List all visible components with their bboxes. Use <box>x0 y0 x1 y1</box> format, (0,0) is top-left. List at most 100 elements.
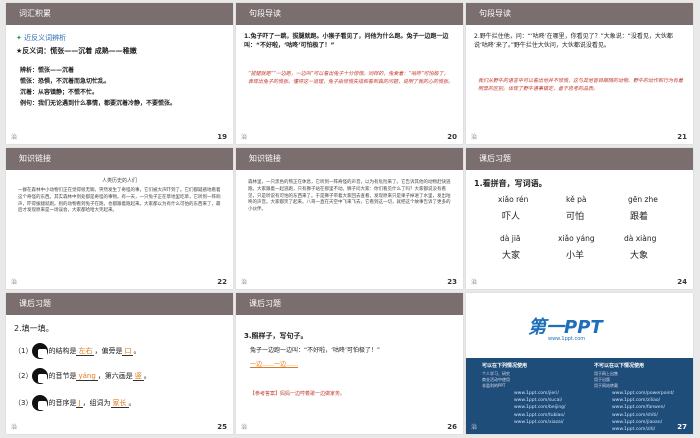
footer: 治 <box>241 279 248 286</box>
resource-link[interactable]: www.1ppt.com/xiazai/ <box>514 419 584 426</box>
footer: 治 <box>471 424 478 431</box>
word-2: 可怕 <box>566 212 585 222</box>
slide-23[interactable]: 知识链接 森林里，一只黑色的熊正在休息，它听到一阵奇怪的声音，以为有危险来了。它… <box>236 148 463 289</box>
slide-header: 词汇积累 <box>6 3 233 25</box>
body-1: 辨析：慌张——沉着 <box>20 67 75 74</box>
antonym-line: ★反义词：慌张——沉着 成熟——稚嫩 <box>16 47 137 55</box>
character-image-icon <box>32 395 49 411</box>
exercise-heading: 1.看拼音，写词语。 <box>474 179 547 188</box>
slide-header: 知识链接 <box>6 148 233 170</box>
page-number: 19 <box>217 133 227 141</box>
word-5: 小羊 <box>566 251 585 261</box>
answer-blank[interactable]: 口 <box>122 347 134 356</box>
question: 2.野牛拦住他，问：“‘咕咚’在哪里，你看见了？”大象说：“没看见，大伙都说‘咕… <box>474 33 673 49</box>
answer-blank[interactable]: 家长 <box>110 399 129 408</box>
resource-link[interactable]: www.1ppt.com/shiti/ <box>612 412 690 419</box>
slide-title: 句段导读 <box>479 9 511 18</box>
answer-line[interactable]: 一边……一边…… <box>250 361 298 370</box>
character-image-icon <box>32 368 49 384</box>
slide-22[interactable]: 知识链接 人类历史的人们 一群在森林中小动物们正在觉得很无聊。突然发生了奇怪的事… <box>6 148 233 289</box>
brand-banner: 第一PPT www.1ppt.com <box>466 293 693 358</box>
slide-title: 知识链接 <box>249 154 281 163</box>
resource-link[interactable]: www.1ppt.com/sucai/ <box>514 397 584 404</box>
resource-link[interactable]: www.1ppt.com/jieri/ <box>514 390 584 397</box>
slide-header: 句段导读 <box>236 3 463 25</box>
slide-header: 句段导读 <box>466 3 693 25</box>
example-sentence: 兔子一边跑一边叫：“不好啦，‘咕咚’可怕极了！” <box>250 347 381 354</box>
fill-row-2: （2） 的音节是 yáng ，第六画是竖。 <box>14 368 151 384</box>
page-number: 22 <box>217 278 227 286</box>
question: 1.兔子吓了一跳，拔腿就跑。小猴子看见了，问他为什么跑。兔子一边跑一边叫：“不好… <box>244 33 449 49</box>
footer: 治 <box>11 424 18 431</box>
exercise-heading: 3.照样子，写句子。 <box>244 332 308 340</box>
reference-answer: 【参考答案】妈妈一边哼着歌一边做家务。 <box>250 391 346 397</box>
footer: 治 <box>471 279 478 286</box>
footer: 治 <box>11 134 18 141</box>
slide-header: 知识链接 <box>236 148 463 170</box>
col1-title: 可以在下列情况使用 <box>482 363 528 369</box>
links-col-1: www.1ppt.com/jieri/ www.1ppt.com/sucai/ … <box>514 390 584 426</box>
pinyin-2: kě pà <box>566 195 587 204</box>
resource-link[interactable]: www.1ppt.com/ziliao/ <box>612 397 690 404</box>
fill-row-1: （1） 的结构是 左右 ，偏旁是口。 <box>14 343 140 359</box>
slide-title: 知识链接 <box>19 154 51 163</box>
character-image-icon <box>32 343 49 359</box>
word-3: 跟着 <box>630 212 649 222</box>
subtitle: ✦ 近反义词辨析 <box>16 34 67 42</box>
slide-header: 课后习题 <box>236 293 463 315</box>
doc-title: 人类历史的人们 <box>101 178 137 184</box>
col2-title: 不可以在以下情况使用 <box>594 363 645 369</box>
slide-25[interactable]: 课后习题 2.填一填。 （1） 的结构是 左右 ，偏旁是口。 （2） 的音节是 yáng，… <box>6 293 233 434</box>
slide-title: 句段导读 <box>249 9 281 18</box>
pinyin-1: xiǎo rén <box>498 195 529 204</box>
slide-24[interactable]: 课后习题 1.看拼音，写词语。 xiǎo rén kě pà gēn zhe 吓… <box>466 148 693 289</box>
answer-blank[interactable]: 左右 <box>76 347 95 356</box>
usage-panel: 可以在下列情况使用 个人学习、研究 商业活动中使用 非盈利的PPT 不可以在以下… <box>466 358 693 434</box>
analysis: “拔腿就跑”“一边跑，一边叫”可以看出兔子十分惊慌。同样的，兔爱着：“咕咚”可怕… <box>248 71 454 85</box>
page-number: 21 <box>677 133 687 141</box>
slide-19[interactable]: 词汇积累 ✦ 近反义词辨析 ★反义词：慌张——沉着 成熟——稚嫩 辨析：慌张——… <box>6 3 233 144</box>
body-2: 慌张：恐惧，不沉着而急切忙乱。 <box>20 78 111 85</box>
pinyin-5: xiǎo yáng <box>558 234 595 243</box>
brand-url: www.1ppt.com <box>548 336 586 342</box>
page-number: 26 <box>447 423 457 431</box>
answer-blank[interactable]: 竖 <box>132 372 144 381</box>
pinyin-6: dà xiàng <box>624 234 657 243</box>
body-4: 例句：我们无论遇到什么事情，都要沉着冷静，不要慌张。 <box>20 100 177 107</box>
page-number: 25 <box>217 423 227 431</box>
resource-link[interactable]: www.1ppt.com/beijing/ <box>514 404 584 411</box>
slide-header: 课后习题 <box>466 148 693 170</box>
word-6: 大象 <box>630 251 649 261</box>
page-number: 23 <box>447 278 457 286</box>
page-number: 24 <box>677 278 687 286</box>
slide-26[interactable]: 课后习题 3.照样子，写句子。 兔子一边跑一边叫：“不好啦，‘咕咚’可怕极了！”… <box>236 293 463 434</box>
star-icon: ✦ <box>16 34 22 42</box>
footer: 治 <box>241 134 248 141</box>
footer: 治 <box>471 134 478 141</box>
body-3: 沉着：从容镇静；不慌不忙。 <box>20 89 99 96</box>
word-1: 吓人 <box>502 212 521 222</box>
pinyin-3: gēn zhe <box>628 195 658 204</box>
slide-21[interactable]: 句段导读 2.野牛拦住他，问：“‘咕咚’在哪里，你看见了？”大象说：“没看见，大… <box>466 3 693 144</box>
slide-title: 课后习题 <box>479 154 511 163</box>
slide-header: 课后习题 <box>6 293 233 315</box>
slide-20[interactable]: 句段导读 1.兔子吓了一跳，拔腿就跑。小猴子看见了，问他为什么跑。兔子一边跑一边… <box>236 3 463 144</box>
fill-row-3: （3） 的音序是 J ，组词为 家长。 <box>14 395 136 411</box>
resource-link[interactable]: www.1ppt.com/fanwen/ <box>612 404 690 411</box>
page-number: 27 <box>677 423 687 431</box>
footer: 治 <box>241 424 248 431</box>
exercise-heading: 2.填一填。 <box>14 324 54 333</box>
document-text: 一群在森林中小动物们正在觉得很无聊。突然发生了奇怪的事，它们被大声吓到了。它们都… <box>18 188 221 214</box>
word-4: 大家 <box>502 251 521 261</box>
answer-blank[interactable]: yáng <box>76 372 98 381</box>
slide-title: 课后习题 <box>19 299 51 308</box>
resource-link[interactable]: www.1ppt.com/tubiao/ <box>514 412 584 419</box>
pinyin-4: dà jiā <box>500 234 521 243</box>
footer: 治 <box>11 279 18 286</box>
slide-title: 词汇积累 <box>19 9 51 18</box>
page-number: 20 <box>447 133 457 141</box>
slide-title: 课后习题 <box>249 299 281 308</box>
slide-27[interactable]: 第一PPT www.1ppt.com 可以在下列情况使用 个人学习、研究 商业活… <box>466 293 693 434</box>
resource-link[interactable]: www.1ppt.com/powerpoint/ <box>612 390 690 397</box>
col1-item: 非盈利的PPT <box>482 383 506 388</box>
